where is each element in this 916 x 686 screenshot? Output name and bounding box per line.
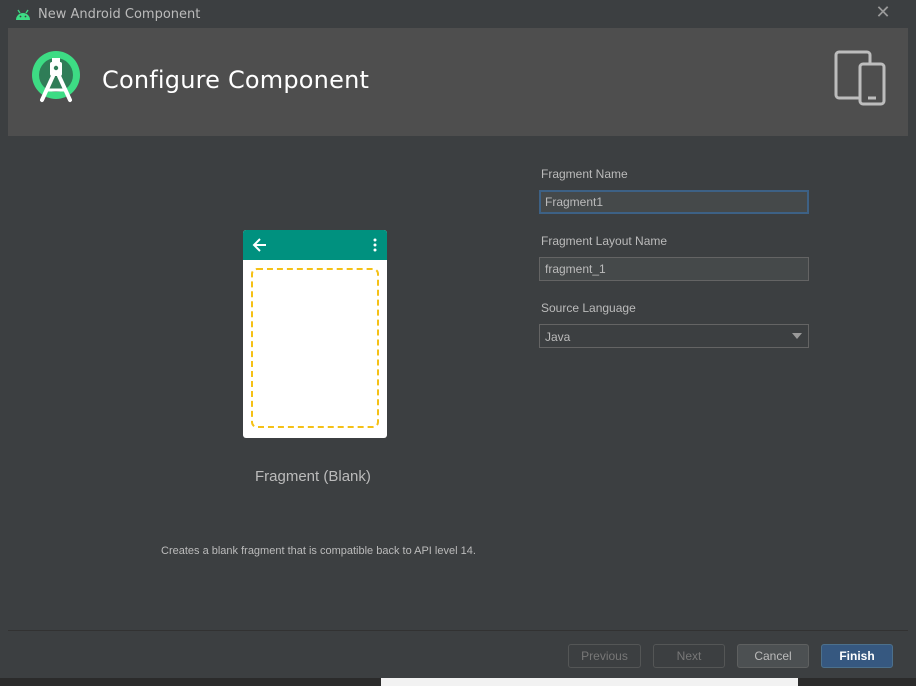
page-title: Configure Component [102, 66, 370, 94]
next-button[interactable]: Next [653, 644, 725, 668]
source-language-select[interactable]: Java [539, 324, 809, 348]
preview-app-bar [243, 230, 387, 260]
more-vert-icon [373, 238, 377, 252]
wizard-footer: Previous Next Cancel Finish [8, 630, 908, 679]
layout-name-input[interactable] [539, 257, 809, 281]
template-description: Creates a blank fragment that is compati… [161, 545, 476, 557]
finish-button[interactable]: Finish [821, 644, 893, 668]
fragment-preview [243, 230, 387, 438]
fragment-name-label: Fragment Name [541, 167, 628, 181]
android-icon [16, 9, 30, 20]
source-language-value: Java [545, 330, 571, 344]
wizard-content: Fragment (Blank) Creates a blank fragmen… [8, 136, 908, 630]
title-bar: New Android Component ✕ [0, 0, 916, 28]
close-icon[interactable]: ✕ [874, 4, 892, 22]
layout-name-label: Fragment Layout Name [541, 234, 668, 248]
chevron-down-icon[interactable] [792, 333, 802, 339]
background-window-edge [0, 678, 916, 686]
arrow-back-icon [252, 238, 266, 252]
background-panel [381, 678, 798, 686]
template-name: Fragment (Blank) [255, 468, 371, 485]
fragment-placeholder [251, 268, 379, 428]
devices-icon [834, 50, 886, 106]
fragment-name-input[interactable] [539, 190, 809, 214]
wizard-header: Configure Component [8, 28, 908, 136]
source-language-label: Source Language [541, 301, 636, 315]
cancel-button[interactable]: Cancel [737, 644, 809, 668]
window-title: New Android Component [38, 7, 201, 22]
previous-button[interactable]: Previous [568, 644, 641, 668]
android-studio-logo [32, 51, 80, 102]
